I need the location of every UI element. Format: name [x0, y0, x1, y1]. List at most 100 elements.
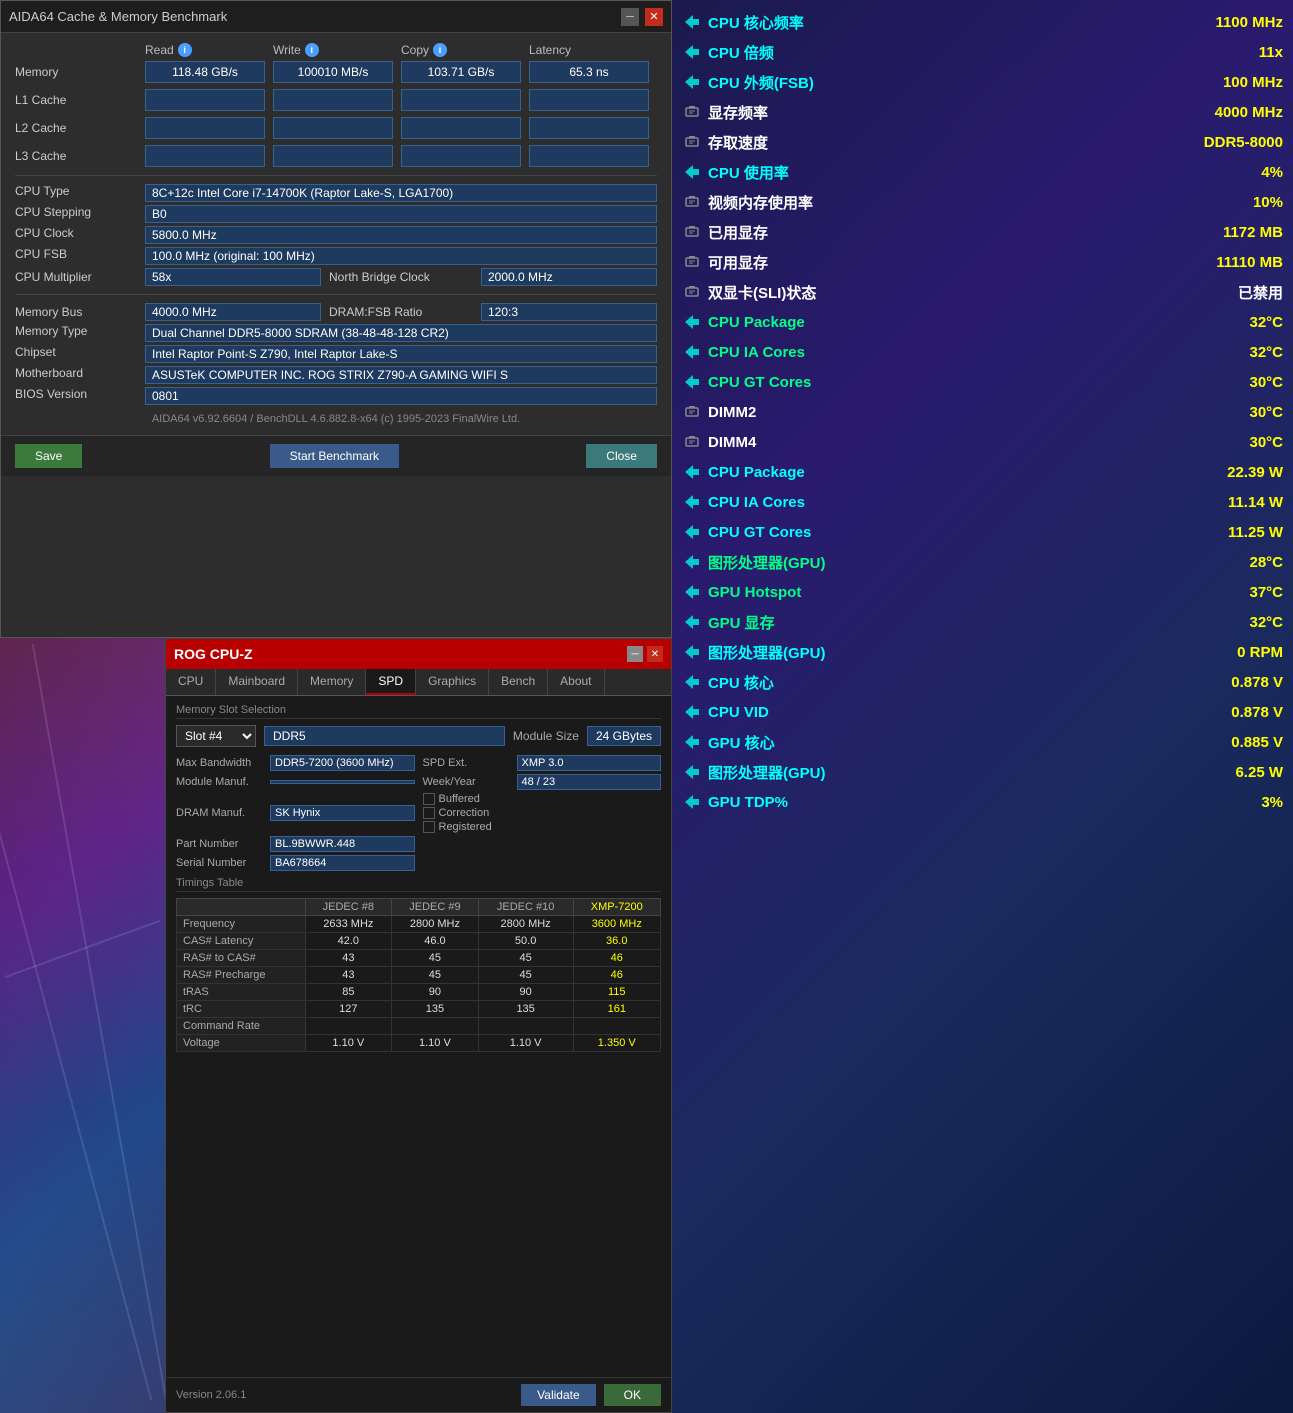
bg-decoration [0, 638, 165, 1413]
aida64-title: AIDA64 Cache & Memory Benchmark [9, 9, 227, 24]
hw-row-1: CPU 倍频11x [682, 38, 1283, 66]
timing-label-5: tRC [177, 1001, 306, 1018]
hw-row-10: CPU Package32°C [682, 308, 1283, 336]
cpuz-close-button[interactable]: ✕ [647, 646, 663, 662]
arrow-icon-20 [682, 612, 702, 632]
timings-title: Timings Table [176, 877, 661, 892]
th-xmp: XMP-7200 [573, 899, 660, 916]
memory-copy[interactable] [401, 61, 521, 83]
timing-label-6: Command Rate [177, 1018, 306, 1035]
memory-type-label: Memory Type [15, 324, 145, 342]
chip-icon-9 [682, 282, 702, 302]
cpuz-minimize-button[interactable]: ─ [627, 646, 643, 662]
arrow-icon-2 [682, 72, 702, 92]
l2-latency[interactable] [529, 117, 649, 139]
hw-value-1: 11x [1163, 44, 1283, 61]
arrow-icon-23 [682, 702, 702, 722]
arrow-icon-24 [682, 732, 702, 752]
l3-read[interactable] [145, 145, 265, 167]
arrow-icon-15 [682, 462, 702, 482]
timing-label-7: Voltage [177, 1035, 306, 1052]
save-button[interactable]: Save [15, 444, 82, 468]
spec-bios: BIOS Version 0801 [15, 387, 657, 405]
l1-copy[interactable] [401, 89, 521, 111]
aida64-button-row: Save Start Benchmark Close [1, 435, 671, 476]
cpuz-controls: ─ ✕ [627, 646, 663, 662]
hw-row-21: 图形处理器(GPU)0 RPM [682, 638, 1283, 666]
hw-row-0: CPU 核心频率1100 MHz [682, 8, 1283, 36]
buffered-label: Buffered [439, 793, 480, 805]
th-jedec9: JEDEC #9 [392, 899, 479, 916]
registered-checkbox[interactable] [423, 821, 435, 833]
l1-write[interactable] [273, 89, 393, 111]
spec-cpu-fsb: CPU FSB 100.0 MHz (original: 100 MHz) [15, 247, 657, 265]
cpu-stepping-label: CPU Stepping [15, 205, 145, 223]
part-number-value: BL.9BWWR.448 [270, 836, 415, 852]
l2-read[interactable] [145, 117, 265, 139]
l2-write[interactable] [273, 117, 393, 139]
hw-value-20: 32°C [1163, 614, 1283, 631]
chip-icon-6 [682, 192, 702, 212]
hw-row-24: GPU 核心0.885 V [682, 728, 1283, 756]
minimize-button[interactable]: ─ [621, 8, 639, 26]
tab-graphics[interactable]: Graphics [416, 669, 489, 695]
tab-mainboard[interactable]: Mainboard [216, 669, 298, 695]
cpu-multiplier-value: 58x [145, 268, 321, 286]
timing-j10-7: 1.10 V [478, 1035, 573, 1052]
l1-read[interactable] [145, 89, 265, 111]
copy-info-icon[interactable]: i [433, 43, 447, 57]
hw-label-7: 已用显存 [708, 222, 1163, 243]
timing-j9-3: 45 [392, 967, 479, 984]
module-size-label: Module Size [513, 729, 579, 743]
hw-label-17: CPU GT Cores [708, 524, 1163, 541]
hw-value-16: 11.14 W [1163, 494, 1283, 511]
max-bw-label: Max Bandwidth [176, 757, 266, 769]
buffered-checkbox[interactable] [423, 793, 435, 805]
max-bandwidth-row: Max Bandwidth DDR5-7200 (3600 MHz) [176, 755, 415, 771]
start-benchmark-button[interactable]: Start Benchmark [270, 444, 399, 468]
tab-memory[interactable]: Memory [298, 669, 366, 695]
l3-latency[interactable] [529, 145, 649, 167]
close-button[interactable]: Close [586, 444, 657, 468]
tab-cpu[interactable]: CPU [166, 669, 216, 695]
l3-copy[interactable] [401, 145, 521, 167]
memory-read[interactable] [145, 61, 265, 83]
slot-select[interactable]: Slot #4 [176, 725, 256, 747]
hw-label-10: CPU Package [708, 314, 1163, 331]
hw-row-23: CPU VID0.878 V [682, 698, 1283, 726]
l2-copy[interactable] [401, 117, 521, 139]
arrow-icon-22 [682, 672, 702, 692]
motherboard-label: Motherboard [15, 366, 145, 384]
correction-checkbox[interactable] [423, 807, 435, 819]
max-bw-value: DDR5-7200 (3600 MHz) [270, 755, 415, 771]
tab-spd[interactable]: SPD [366, 669, 416, 695]
aida64-titlebar: AIDA64 Cache & Memory Benchmark ─ ✕ [1, 1, 671, 33]
ok-button[interactable]: OK [604, 1384, 661, 1406]
week-year-label: Week/Year [423, 776, 513, 788]
timing-xmp-5: 161 [573, 1001, 660, 1018]
memory-latency[interactable] [529, 61, 649, 83]
memory-label: Memory [15, 65, 145, 79]
hw-value-12: 30°C [1163, 374, 1283, 391]
cpu-clock-label: CPU Clock [15, 226, 145, 244]
read-info-icon[interactable]: i [178, 43, 192, 57]
timing-xmp-3: 46 [573, 967, 660, 984]
hw-row-16: CPU IA Cores11.14 W [682, 488, 1283, 516]
dram-fsb-label: DRAM:FSB Ratio [321, 305, 481, 319]
tab-bench[interactable]: Bench [489, 669, 548, 695]
spec-cpu-multiplier-nb: CPU Multiplier 58x North Bridge Clock 20… [15, 268, 657, 286]
cpu-clock-value: 5800.0 MHz [145, 226, 657, 244]
header-write: Write i [273, 43, 401, 57]
timing-label-1: CAS# Latency [177, 933, 306, 950]
arrow-icon-19 [682, 582, 702, 602]
close-button-aida[interactable]: ✕ [645, 8, 663, 26]
timing-j10-4: 90 [478, 984, 573, 1001]
memory-write[interactable] [273, 61, 393, 83]
tab-about[interactable]: About [548, 669, 604, 695]
validate-button[interactable]: Validate [521, 1384, 595, 1406]
slot-row: Slot #4 DDR5 Module Size 24 GBytes [176, 725, 661, 747]
write-info-icon[interactable]: i [305, 43, 319, 57]
serial-number-value: BA678664 [270, 855, 415, 871]
l3-write[interactable] [273, 145, 393, 167]
l1-latency[interactable] [529, 89, 649, 111]
